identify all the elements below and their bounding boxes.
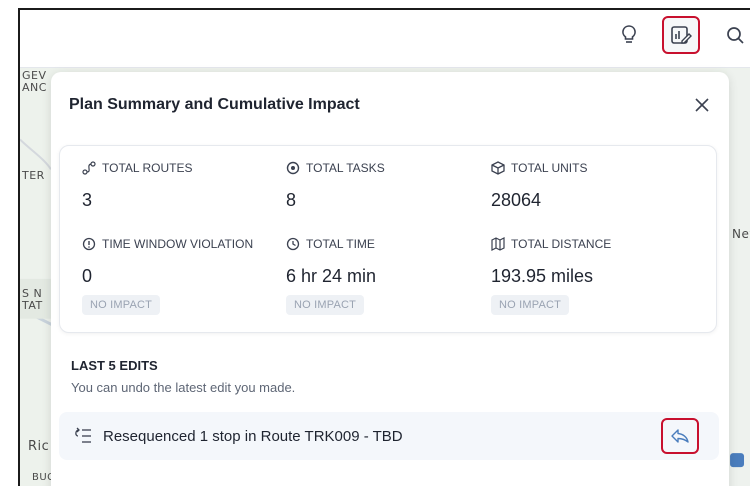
map-label-ric: Ric — [28, 439, 50, 454]
stat-label: TOTAL DISTANCE — [511, 237, 612, 251]
edit-item-text: Resequenced 1 stop in Route TRK009 - TBD — [103, 427, 403, 445]
app-frame: GEVANC TER S NTAT Ric BUCKINGHAM Nev — [18, 8, 750, 486]
map-label-nev: Nev — [732, 227, 750, 241]
undo-icon — [671, 429, 689, 443]
stat-value: 193.95 miles — [491, 266, 594, 286]
map-label-gev: GEV ANC — [22, 69, 47, 95]
close-button[interactable] — [687, 90, 717, 120]
stat-label: TIME WINDOW VIOLATION — [102, 237, 254, 251]
impact-badge: NO IMPACT — [491, 295, 570, 315]
resequence-icon — [73, 425, 95, 447]
lightbulb-icon — [622, 25, 636, 43]
box-icon — [491, 161, 505, 175]
plan-summary-button[interactable] — [662, 16, 700, 54]
stat-value: 8 — [286, 190, 297, 210]
stat-label: TOTAL ROUTES — [102, 161, 193, 175]
top-toolbar — [20, 10, 750, 68]
stat-value: 6 hr 24 min — [286, 266, 377, 286]
impact-badge: NO IMPACT — [82, 295, 161, 315]
stat-value: 3 — [82, 190, 93, 210]
edit-item: Resequenced 1 stop in Route TRK009 - TBD — [59, 412, 719, 460]
stat-total-distance: TOTAL DISTANCE 193.95 miles NO IMPACT — [491, 236, 691, 315]
plan-summary-panel: Plan Summary and Cumulative Impact TOTAL… — [51, 72, 729, 486]
search-button[interactable] — [716, 16, 750, 54]
clock-icon — [286, 237, 300, 251]
map-label-sn: S N TAT — [22, 287, 43, 313]
impact-badge: NO IMPACT — [286, 295, 365, 315]
stat-value: 0 — [82, 266, 93, 286]
stat-value: 28064 — [491, 190, 542, 210]
target-icon — [286, 161, 300, 175]
alert-circle-icon — [82, 237, 96, 251]
undo-button[interactable] — [661, 418, 699, 454]
stat-label: TOTAL UNITS — [511, 161, 588, 175]
stat-label: TOTAL TASKS — [306, 161, 385, 175]
edits-section-title: LAST 5 EDITS — [71, 358, 158, 373]
report-edit-icon — [671, 26, 692, 44]
stat-total-units: TOTAL UNITS 28064 — [491, 160, 691, 211]
stat-total-routes: TOTAL ROUTES 3 — [82, 160, 282, 211]
stat-total-tasks: TOTAL TASKS 8 — [286, 160, 486, 211]
stats-card: TOTAL ROUTES 3 TOTAL TASKS 8 TOTAL UNITS… — [59, 145, 717, 333]
panel-title: Plan Summary and Cumulative Impact — [69, 96, 360, 113]
stat-total-time: TOTAL TIME 6 hr 24 min NO IMPACT — [286, 236, 486, 315]
stat-label: TOTAL TIME — [306, 237, 375, 251]
search-icon — [727, 27, 744, 44]
map-icon — [491, 237, 505, 251]
edits-section-subtitle: You can undo the latest edit you made. — [71, 380, 296, 395]
stat-time-window-violation: TIME WINDOW VIOLATION 0 NO IMPACT — [82, 236, 282, 315]
lightbulb-button[interactable] — [610, 16, 648, 54]
map-label-ter: TER — [22, 169, 45, 182]
close-icon — [695, 98, 709, 112]
route-icon — [82, 161, 96, 175]
